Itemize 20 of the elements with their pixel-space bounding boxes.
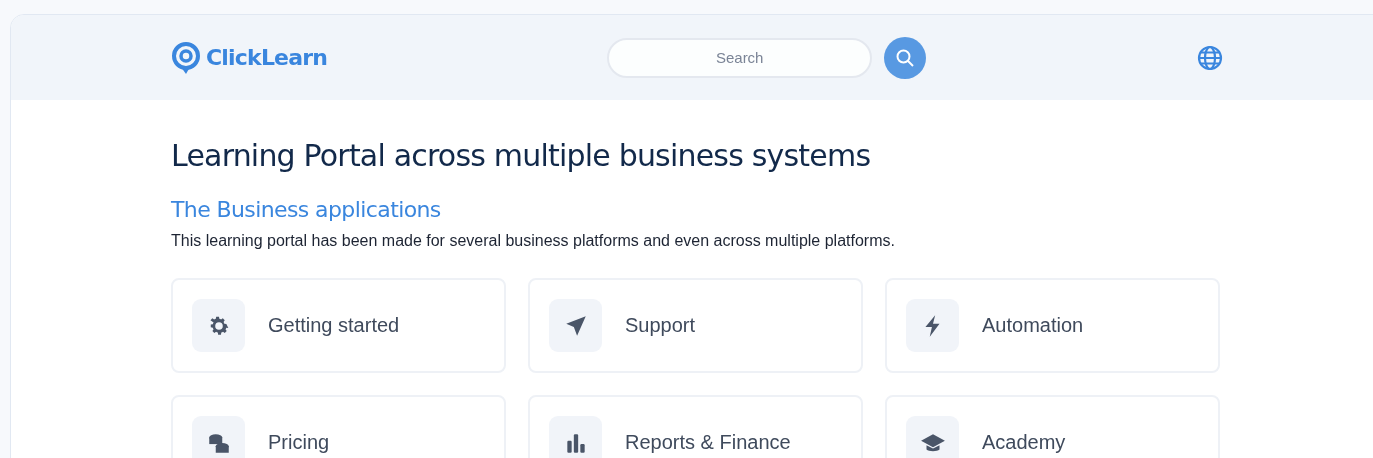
card-label: Automation bbox=[982, 314, 1084, 337]
card-label: Pricing bbox=[268, 431, 330, 454]
search-button[interactable] bbox=[884, 36, 927, 79]
card-label: Support bbox=[625, 314, 696, 337]
search-icon bbox=[895, 47, 916, 68]
logo-icon bbox=[171, 40, 201, 75]
page-title: Learning Portal across multiple business systems bbox=[171, 138, 872, 173]
card-label: Academy bbox=[982, 431, 1066, 454]
category-card[interactable]: Reports & Finance bbox=[528, 395, 863, 458]
card-label: Reports & Finance bbox=[625, 431, 791, 454]
globe-icon[interactable] bbox=[1197, 44, 1223, 71]
category-card[interactable]: Support bbox=[528, 278, 863, 373]
search-field[interactable]: Search bbox=[607, 37, 873, 78]
section-heading: The Business applications bbox=[171, 197, 442, 222]
section-description: This learning portal has been made for several business platforms and even across multiple platforms. bbox=[171, 232, 896, 250]
category-card[interactable]: Pricing bbox=[171, 395, 506, 458]
category-card[interactable]: Automation bbox=[885, 278, 1220, 373]
card-label: Getting started bbox=[268, 314, 400, 337]
category-card[interactable]: Getting started bbox=[171, 278, 506, 373]
category-card[interactable]: Academy bbox=[885, 395, 1220, 458]
